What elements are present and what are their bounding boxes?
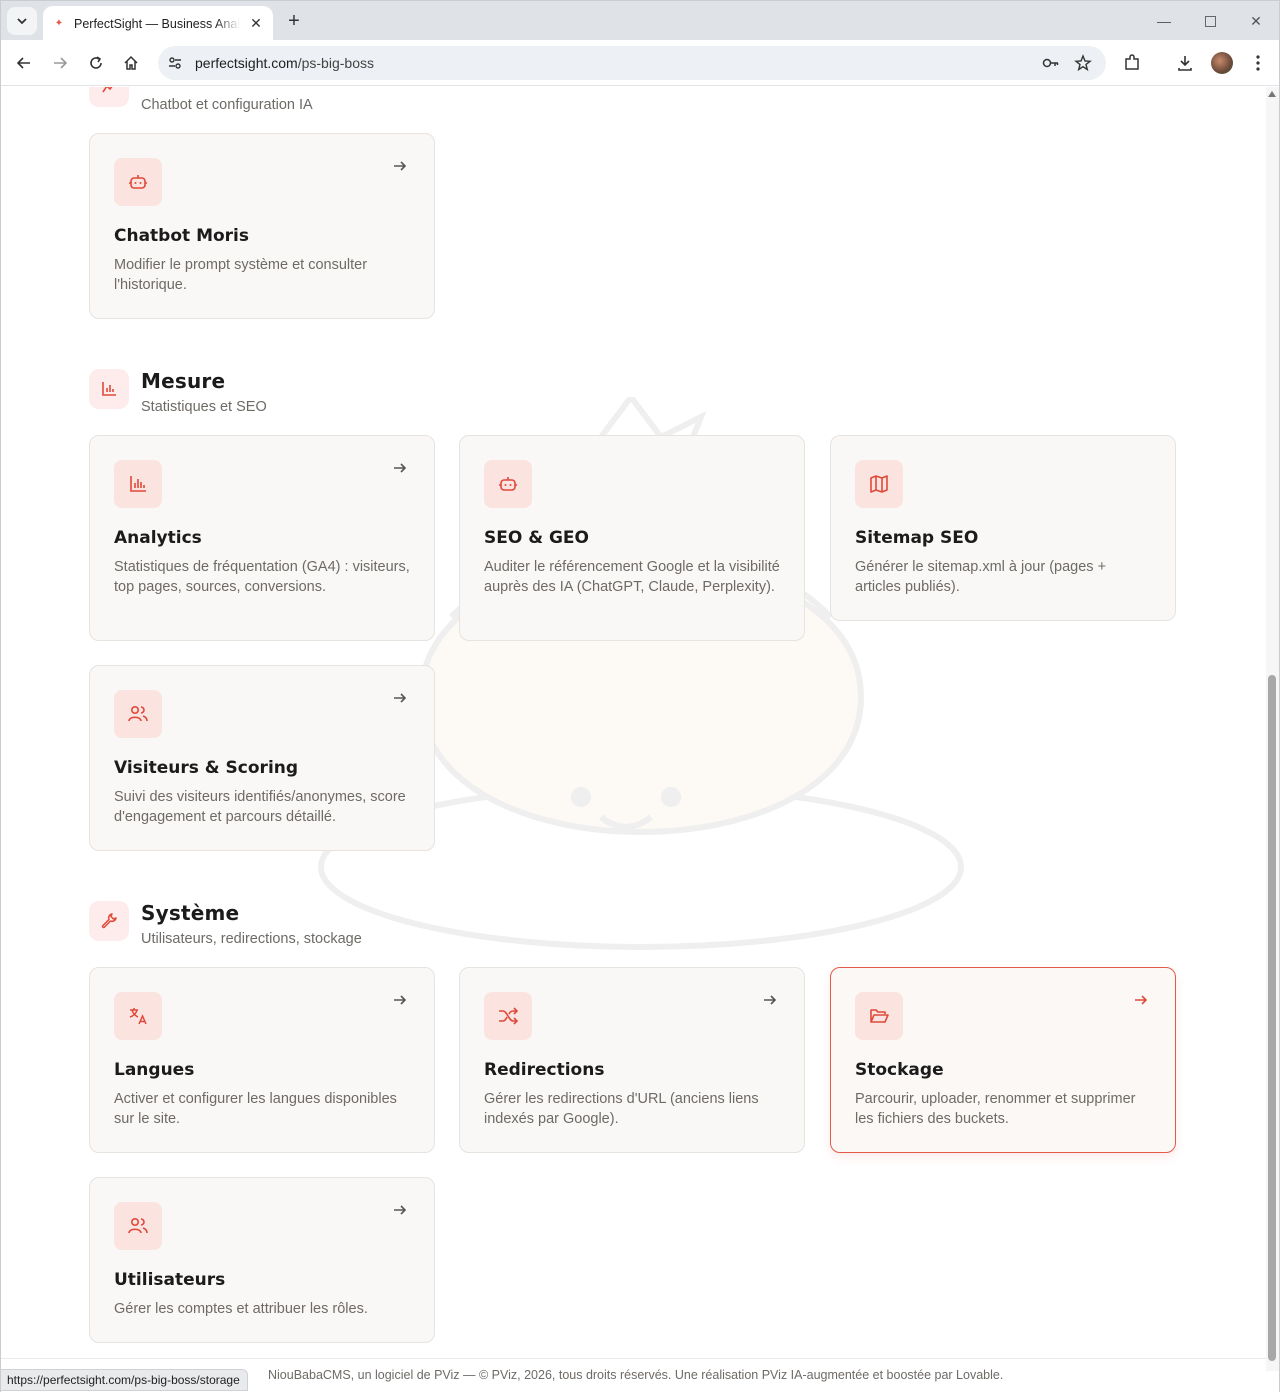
arrow-right-icon <box>1135 995 1148 1005</box>
section-title: Système <box>141 901 240 925</box>
bar-chart-icon <box>102 382 116 396</box>
arrow-right-icon <box>394 161 407 171</box>
wrench-icon <box>101 913 117 929</box>
card-description: Suivi des visiteurs identifiés/anonymes,… <box>114 789 406 825</box>
card-description: Modifier le prompt système et consulter … <box>114 257 368 293</box>
card-title: Stockage <box>855 1060 944 1080</box>
arrow-right-icon <box>394 995 407 1005</box>
section-mesure: Mesure Statistiques et SEO <box>89 369 267 415</box>
map-icon <box>855 460 903 508</box>
url-host: perfectsight.com <box>195 55 298 71</box>
favicon-icon: ✦ <box>54 18 64 29</box>
maximize-button[interactable] <box>1195 9 1225 33</box>
arrow-right-icon <box>394 463 407 473</box>
translate-icon <box>114 992 162 1040</box>
back-button[interactable] <box>11 50 37 76</box>
card-title: Redirections <box>484 1060 605 1080</box>
forward-button[interactable] <box>47 50 73 76</box>
reload-icon <box>90 56 102 69</box>
page-content: . Chatbot et configuration IA Chatbot Mo… <box>1 87 1266 1358</box>
bookmark-star-icon[interactable] <box>1074 54 1092 72</box>
close-icon[interactable]: ✕ <box>249 15 263 32</box>
card-title: Analytics <box>114 528 202 548</box>
card-redirections[interactable]: Redirections Gérer les redirections d'UR… <box>459 967 805 1153</box>
card-stockage[interactable]: Stockage Parcourir, uploader, renommer e… <box>830 967 1176 1153</box>
card-analytics[interactable]: Analytics Statistiques de fréquentation … <box>89 435 435 641</box>
card-visiteurs-scoring[interactable]: Visiteurs & Scoring Suivi des visiteurs … <box>89 665 435 851</box>
card-utilisateurs[interactable]: Utilisateurs Gérer les comptes et attrib… <box>89 1177 435 1343</box>
status-bar-url: https://perfectsight.com/ps-big-boss/sto… <box>0 1369 248 1391</box>
card-description: Auditer le référencement Google et la vi… <box>484 559 780 595</box>
bar-chart-icon <box>114 460 162 508</box>
users-icon <box>114 1202 162 1250</box>
tab-title: PerfectSight — Business Analytics <box>74 16 240 31</box>
shuffle-icon <box>484 992 532 1040</box>
window-frame-left <box>0 40 1 1392</box>
card-title: Sitemap SEO <box>855 528 979 548</box>
download-icon[interactable] <box>1174 52 1196 74</box>
bot-icon <box>484 460 532 508</box>
password-key-icon[interactable] <box>1042 54 1060 72</box>
reload-button[interactable] <box>83 50 109 76</box>
minimize-button[interactable]: — <box>1149 9 1179 33</box>
footer-text: NiouBabaCMS, un logiciel de PViz — © PVi… <box>268 1368 1004 1382</box>
url-path: /ps-big-boss <box>297 55 374 71</box>
card-description: Activer et configurer les langues dispon… <box>114 1091 397 1127</box>
scroll-up-arrow-icon[interactable] <box>1268 91 1276 97</box>
card-sitemap[interactable]: Sitemap SEO Générer le sitemap.xml à jou… <box>830 435 1176 621</box>
site-info-icon[interactable] <box>166 54 184 72</box>
section-systeme: Système Utilisateurs, redirections, stoc… <box>89 901 362 947</box>
users-icon <box>114 690 162 738</box>
maximize-icon <box>1204 15 1216 27</box>
card-title: Chatbot Moris <box>114 226 249 246</box>
section-subtitle: Utilisateurs, redirections, stockage <box>141 931 362 947</box>
card-langues[interactable]: Langues Activer et configurer les langue… <box>89 967 435 1153</box>
home-icon <box>124 55 138 70</box>
section-mesure-icon <box>89 369 129 409</box>
section-ia: . Chatbot et configuration IA <box>89 87 313 113</box>
arrow-right-icon <box>764 995 777 1005</box>
arrow-right-icon <box>394 693 407 703</box>
card-description: Gérer les redirections d'URL (anciens li… <box>484 1091 759 1127</box>
address-bar[interactable]: perfectsight.com/ps-big-boss <box>158 46 1106 80</box>
chevron-down-icon <box>17 18 27 25</box>
card-title: Langues <box>114 1060 195 1080</box>
arrow-left-icon <box>16 57 30 69</box>
profile-avatar[interactable] <box>1211 52 1233 74</box>
scroll-thumb[interactable] <box>1268 675 1276 1361</box>
section-subtitle: Statistiques et SEO <box>141 399 267 415</box>
bot-icon <box>114 158 162 206</box>
url-text: perfectsight.com/ps-big-boss <box>195 55 374 71</box>
section-subtitle: Chatbot et configuration IA <box>141 97 313 113</box>
card-title: Visiteurs & Scoring <box>114 758 299 778</box>
card-description: Générer le sitemap.xml à jour (pages + a… <box>855 559 1107 595</box>
arrow-right-icon <box>394 1205 407 1215</box>
section-title: Mesure <box>141 369 226 393</box>
card-chatbot[interactable]: Chatbot Moris Modifier le prompt système… <box>89 133 435 319</box>
browser-tab[interactable]: ✦ PerfectSight — Business Analytics ✕ <box>43 6 273 41</box>
vertical-scrollbar[interactable] <box>1266 87 1279 1371</box>
browser-toolbar: perfectsight.com/ps-big-boss <box>0 40 1280 86</box>
card-title: SEO & GEO <box>484 528 589 548</box>
card-description: Statistiques de fréquentation (GA4) : vi… <box>114 559 410 595</box>
card-description: Parcourir, uploader, renommer et supprim… <box>855 1091 1136 1127</box>
card-description: Gérer les comptes et attribuer les rôles… <box>114 1301 368 1317</box>
browser-tab-strip: ✦ PerfectSight — Business Analytics ✕ + … <box>0 0 1280 41</box>
section-ia-icon <box>89 87 129 107</box>
extensions-icon[interactable] <box>1121 52 1143 74</box>
card-title: Utilisateurs <box>114 1270 226 1290</box>
new-tab-button[interactable]: + <box>282 9 306 33</box>
sparkle-icon <box>102 87 113 93</box>
arrow-right-icon <box>54 57 68 69</box>
section-systeme-icon <box>89 901 129 941</box>
close-window-button[interactable]: ✕ <box>1241 9 1271 33</box>
more-menu-icon[interactable] <box>1247 52 1269 74</box>
home-button[interactable] <box>118 50 144 76</box>
folder-open-icon <box>855 992 903 1040</box>
tab-search-button[interactable] <box>7 7 37 35</box>
card-seo-geo[interactable]: SEO & GEO Auditer le référencement Googl… <box>459 435 805 641</box>
